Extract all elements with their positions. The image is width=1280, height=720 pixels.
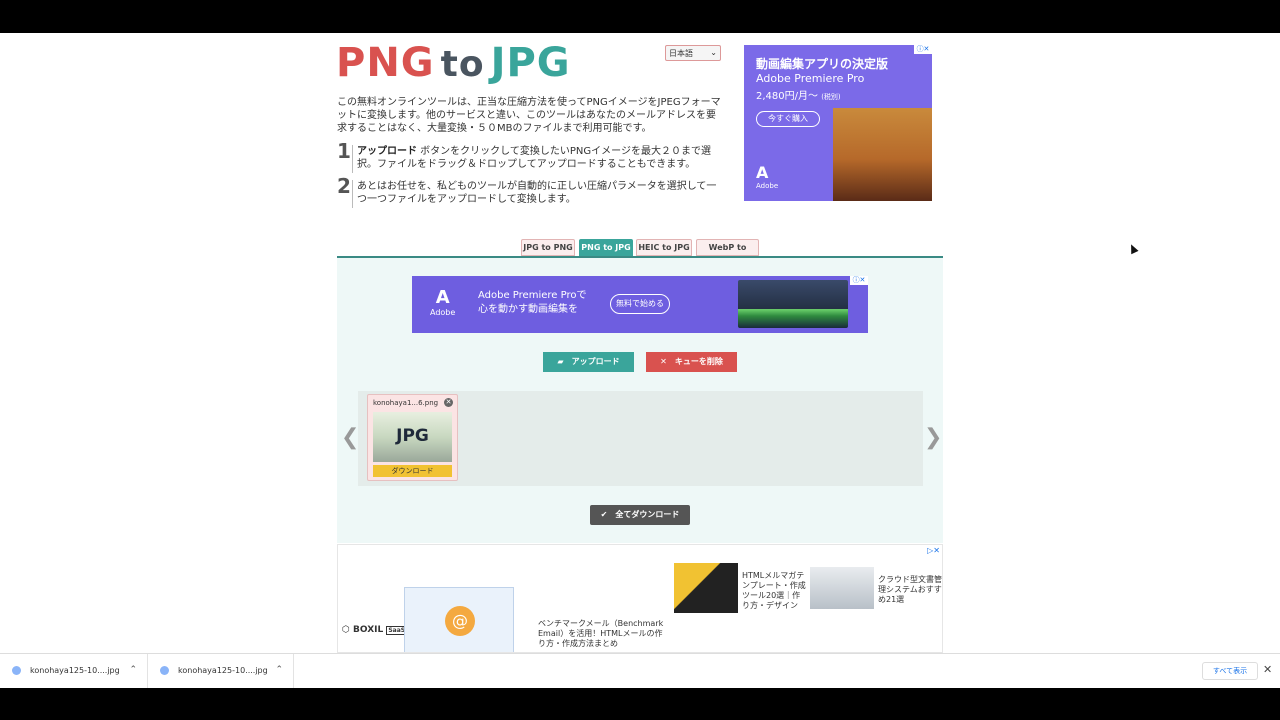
clear-queue-label: キューを削除 <box>674 357 723 366</box>
ad-start-free-button[interactable]: 無料で始める <box>610 294 670 314</box>
ad-article-1[interactable]: ベンチマークメール（Benchmark Email）を活用！HTMLメールの作り… <box>538 619 670 649</box>
step-divider <box>352 180 353 208</box>
mouse-cursor-icon <box>1127 242 1139 255</box>
tab-jpg-to-png[interactable]: JPG to PNG <box>521 239 575 256</box>
file-thumbnail: JPG <box>373 412 452 462</box>
step-number: 2 <box>337 174 351 198</box>
file-card: konohaya1...6.png ✕ JPG ダウンロード <box>367 394 458 481</box>
ad-photo <box>833 108 932 201</box>
ad-product: Adobe Premiere Pro <box>756 72 865 85</box>
logo-jpg-text: JPG <box>490 40 571 86</box>
at-sign-icon: @ <box>445 606 475 636</box>
logo-to-text: to <box>440 44 485 85</box>
ad-buy-button[interactable]: 今すぐ購入 <box>756 111 820 127</box>
ad-article-2[interactable]: HTMLメルマガテンプレート・作成ツール20選｜作り方・デザイン <box>742 571 806 611</box>
chevron-down-icon: ⌄ <box>710 48 717 57</box>
site-logo[interactable]: PNG to JPG <box>336 43 571 85</box>
ad-laptop-image <box>738 280 848 328</box>
download-item[interactable]: konohaya125-10....jpg ⌃ <box>0 654 148 688</box>
step-body: あとはお任せを、私どものツールが自動的に正しい圧縮パラメータを選択して一つ一つフ… <box>357 181 717 205</box>
top-black-bar <box>0 0 1280 33</box>
tab-webp-to-jpeg[interactable]: WebP to JPEG <box>696 239 759 267</box>
downloads-bar: konohaya125-10....jpg ⌃ konohaya125-10..… <box>0 653 1280 688</box>
thumbnail-format-label: JPG <box>396 426 429 446</box>
boxil-logo: ⬡ BOXIL SaaS <box>342 625 408 635</box>
file-name: konohaya1...6.png <box>373 399 439 407</box>
adchoices-icon[interactable]: ▷✕ <box>927 546 940 555</box>
upload-button-label: アップロード <box>571 357 620 366</box>
ad-title: 動画編集アプリの決定版 <box>756 57 889 71</box>
download-file-icon <box>160 666 169 675</box>
download-item[interactable]: konohaya125-10....jpg ⌃ <box>148 654 294 688</box>
ad-copy: Adobe Premiere Proで 心を動かす動画編集を <box>478 289 586 317</box>
logo-png-text: PNG <box>336 40 435 86</box>
ad-close-icon[interactable]: ⓘ✕ <box>850 276 868 285</box>
intro-text: この無料オンラインツールは、正当な圧縮方法を使ってPNGイメージをJPEGフォー… <box>337 97 721 134</box>
ad-banner-middle[interactable]: A Adobe Adobe Premiere Proで 心を動かす動画編集を 無料で… <box>412 276 868 333</box>
chevron-up-icon[interactable]: ⌃ <box>129 665 137 675</box>
queue-next-arrow-icon[interactable]: ❯ <box>924 425 942 450</box>
clear-queue-button[interactable]: ✕ キューを削除 <box>646 352 737 372</box>
step-text: アップロード ボタンをクリックして変換したいPNGイメージを最大２０まで選択。フ… <box>357 145 722 171</box>
show-all-downloads-button[interactable]: すべて表示 <box>1202 662 1258 680</box>
step-bold-label: アップロード <box>357 146 417 157</box>
download-file-name: konohaya125-10....jpg <box>178 666 268 675</box>
bottom-black-bar <box>0 688 1280 720</box>
envelope-illustration: @ <box>404 587 514 652</box>
ad-price: 2,480円/月～ (税別) <box>756 87 841 102</box>
ad-line-1: Adobe Premiere Proで <box>478 290 587 301</box>
file-download-button[interactable]: ダウンロード <box>373 465 452 477</box>
ad-banner-bottom[interactable]: ▷✕ ⬡ BOXIL SaaS @ ベンチマークメール（Benchmark Em… <box>337 544 943 653</box>
tab-png-to-jpg[interactable]: PNG to JPG <box>579 239 633 256</box>
adobe-logo: A Adobe <box>430 287 456 318</box>
adobe-icon: A <box>435 287 450 308</box>
web-page: PNG to JPG 日本語 ⌄ この無料オンラインツールは、正当な圧縮方法を使って… <box>0 33 1280 653</box>
close-icon[interactable]: ✕ <box>1263 663 1272 676</box>
ad-close-icon[interactable]: ⓘ✕ <box>914 45 932 54</box>
adobe-brand-text: Adobe <box>756 182 779 190</box>
close-icon: ✕ <box>660 357 667 366</box>
queue-prev-arrow-icon[interactable]: ❮ <box>341 425 359 450</box>
download-all-label: 全てダウンロード <box>615 510 680 519</box>
adobe-logo: A Adobe <box>756 163 778 190</box>
ad-banner-right[interactable]: 動画編集アプリの決定版 Adobe Premiere Pro 2,480円/月～… <box>744 45 932 201</box>
ad-article-3[interactable]: クラウド型文書管理システムおすすめ21選 <box>878 575 942 605</box>
remove-file-icon[interactable]: ✕ <box>444 398 453 407</box>
download-file-icon <box>12 666 21 675</box>
tab-heic-to-jpg[interactable]: HEIC to JPG <box>636 239 692 256</box>
step-divider <box>352 145 353 173</box>
upload-button[interactable]: ▰ アップロード <box>543 352 634 372</box>
folder-icon: ▰ <box>557 357 564 366</box>
ad-article-2-image[interactable] <box>674 563 738 613</box>
boxil-brand: BOXIL <box>353 625 384 635</box>
chevron-up-icon[interactable]: ⌃ <box>275 665 283 675</box>
ad-price-tax: (税別) <box>821 93 841 101</box>
download-all-button[interactable]: ✔ 全てダウンロード <box>590 505 690 525</box>
step-text: あとはお任せを、私どものツールが自動的に正しい圧縮パラメータを選択して一つ一つフ… <box>357 180 722 206</box>
download-file-name: konohaya125-10....jpg <box>30 666 120 675</box>
check-icon: ✔ <box>600 510 608 519</box>
language-select[interactable]: 日本語 ⌄ <box>665 45 721 61</box>
adobe-brand-text: Adobe <box>430 308 456 317</box>
step-number: 1 <box>337 139 351 163</box>
adobe-icon: A <box>756 163 769 182</box>
ad-article-3-image[interactable] <box>810 567 874 609</box>
ad-line-2: 心を動かす動画編集を <box>478 304 578 315</box>
ad-price-value: 2,480円/月～ <box>756 91 818 102</box>
language-select-value: 日本語 <box>669 49 693 58</box>
